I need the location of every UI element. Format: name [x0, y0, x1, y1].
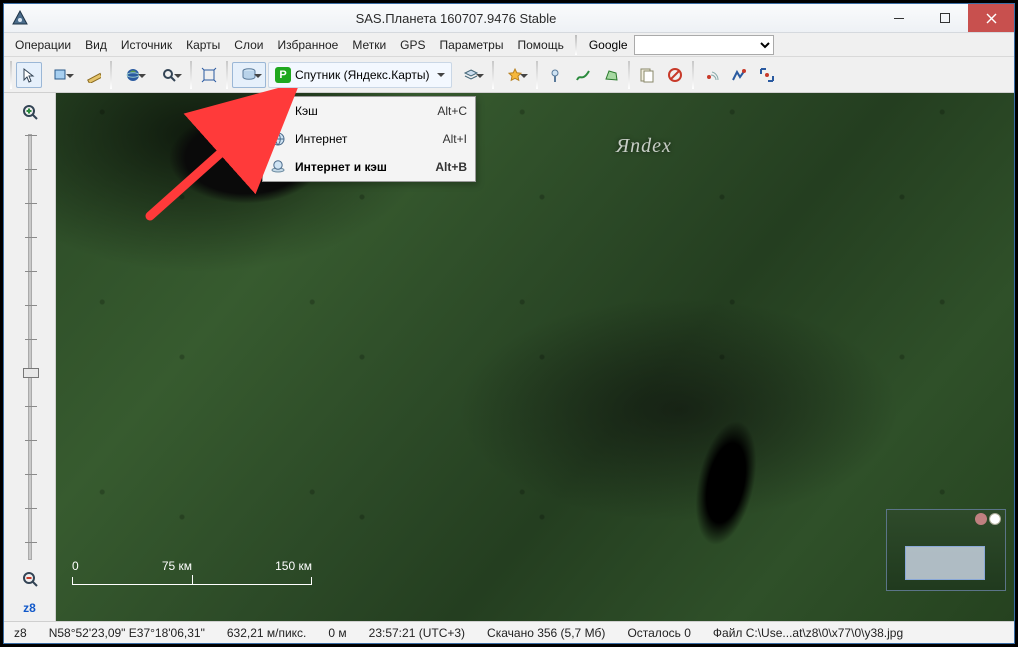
- status-zoom: z8: [10, 626, 31, 640]
- scale-bar: 0 75 км 150 км: [72, 559, 312, 585]
- menu-marks[interactable]: Метки: [345, 35, 393, 55]
- pin-button[interactable]: [542, 62, 568, 88]
- path-button[interactable]: [570, 62, 596, 88]
- window-title: SAS.Планета 160707.9476 Stable: [36, 11, 876, 26]
- menu-item-internet-cache[interactable]: Интернет и кэш Alt+B: [263, 153, 475, 181]
- fullscreen-button[interactable]: [196, 62, 222, 88]
- chevron-down-icon: [437, 73, 445, 81]
- app-icon: [12, 10, 28, 26]
- toolbar: P Спутник (Яндекс.Карты): [4, 57, 1014, 93]
- menu-layers[interactable]: Слои: [227, 35, 270, 55]
- zoom-in-icon[interactable]: [21, 103, 39, 124]
- provider-icon: P: [275, 67, 291, 83]
- layers-button[interactable]: [454, 62, 488, 88]
- menu-favorites[interactable]: Избранное: [270, 35, 345, 55]
- map-source-label: Спутник (Яндекс.Карты): [295, 68, 429, 82]
- favorites-button[interactable]: [498, 62, 532, 88]
- scale-zero: 0: [72, 559, 79, 573]
- search-tool[interactable]: [152, 62, 186, 88]
- map-viewport[interactable]: Яndex 0 75 км 150 км: [56, 93, 1014, 621]
- map-source-selector[interactable]: P Спутник (Яндекс.Карты): [268, 62, 452, 88]
- zoom-slider[interactable]: [22, 134, 38, 560]
- menubar: Операции Вид Источник Карты Слои Избранн…: [4, 33, 1014, 57]
- provider-watermark: Яndex: [616, 135, 672, 158]
- gps-connect-button[interactable]: [698, 62, 724, 88]
- menu-operations[interactable]: Операции: [8, 35, 78, 55]
- status-remaining: Осталось 0: [623, 626, 694, 640]
- measure-tool[interactable]: [80, 62, 106, 88]
- goto-tool[interactable]: [116, 62, 150, 88]
- menu-maps[interactable]: Карты: [179, 35, 227, 55]
- selection-tool[interactable]: [44, 62, 78, 88]
- gps-center-button[interactable]: [754, 62, 780, 88]
- globe-icon: [269, 130, 287, 148]
- menu-item-cache[interactable]: Кэш Alt+C: [263, 97, 475, 125]
- maximize-button[interactable]: [922, 4, 968, 32]
- globe-drive-icon: [269, 158, 287, 176]
- status-mpp: 632,21 м/пикс.: [223, 626, 311, 640]
- statusbar: z8 N58°52'23,09" E37°18'06,31" 632,21 м/…: [4, 621, 1014, 643]
- status-downloaded: Скачано 356 (5,7 Мб): [483, 626, 609, 640]
- zoom-panel: z8: [4, 93, 56, 621]
- separator: [575, 35, 577, 55]
- search-provider-label[interactable]: Google: [585, 36, 632, 54]
- marks-manage-button[interactable]: [634, 62, 660, 88]
- hide-marks-button[interactable]: [662, 62, 688, 88]
- gps-track-button[interactable]: [726, 62, 752, 88]
- overview-viewport-rect[interactable]: [905, 546, 985, 580]
- menu-params[interactable]: Параметры: [433, 35, 511, 55]
- overview-map[interactable]: [886, 509, 1006, 591]
- close-button[interactable]: [968, 4, 1014, 32]
- polygon-button[interactable]: [598, 62, 624, 88]
- main-window: SAS.Планета 160707.9476 Stable Операции …: [3, 3, 1015, 644]
- window-buttons: [876, 4, 1014, 32]
- status-elev: 0 м: [324, 626, 350, 640]
- pointer-tool[interactable]: [16, 62, 42, 88]
- search-input[interactable]: [634, 35, 774, 55]
- scale-end: 150 км: [275, 559, 312, 573]
- zoom-level-label: z8: [23, 601, 36, 615]
- cache-mode-button[interactable]: [232, 62, 266, 88]
- menu-gps[interactable]: GPS: [393, 35, 432, 55]
- menu-source[interactable]: Источник: [114, 35, 179, 55]
- menu-view[interactable]: Вид: [78, 35, 114, 55]
- minimize-button[interactable]: [876, 4, 922, 32]
- zoom-out-icon[interactable]: [21, 570, 39, 591]
- main-area: z8 Яndex 0 75 км 150 км: [4, 93, 1014, 621]
- status-file: Файл C:\Use...at\z8\0\x77\0\y38.jpg: [709, 626, 907, 640]
- menu-help[interactable]: Помощь: [510, 35, 570, 55]
- drive-icon: [269, 102, 287, 120]
- menu-item-internet[interactable]: Интернет Alt+I: [263, 125, 475, 153]
- titlebar: SAS.Планета 160707.9476 Stable: [4, 4, 1014, 33]
- cache-mode-menu: Кэш Alt+C Интернет Alt+I Интернет и кэш …: [262, 96, 476, 182]
- status-time: 23:57:21 (UTC+3): [365, 626, 469, 640]
- scale-mid: 75 км: [162, 559, 192, 573]
- status-coords: N58°52'23,09" E37°18'06,31": [45, 626, 209, 640]
- zoom-handle[interactable]: [23, 368, 39, 378]
